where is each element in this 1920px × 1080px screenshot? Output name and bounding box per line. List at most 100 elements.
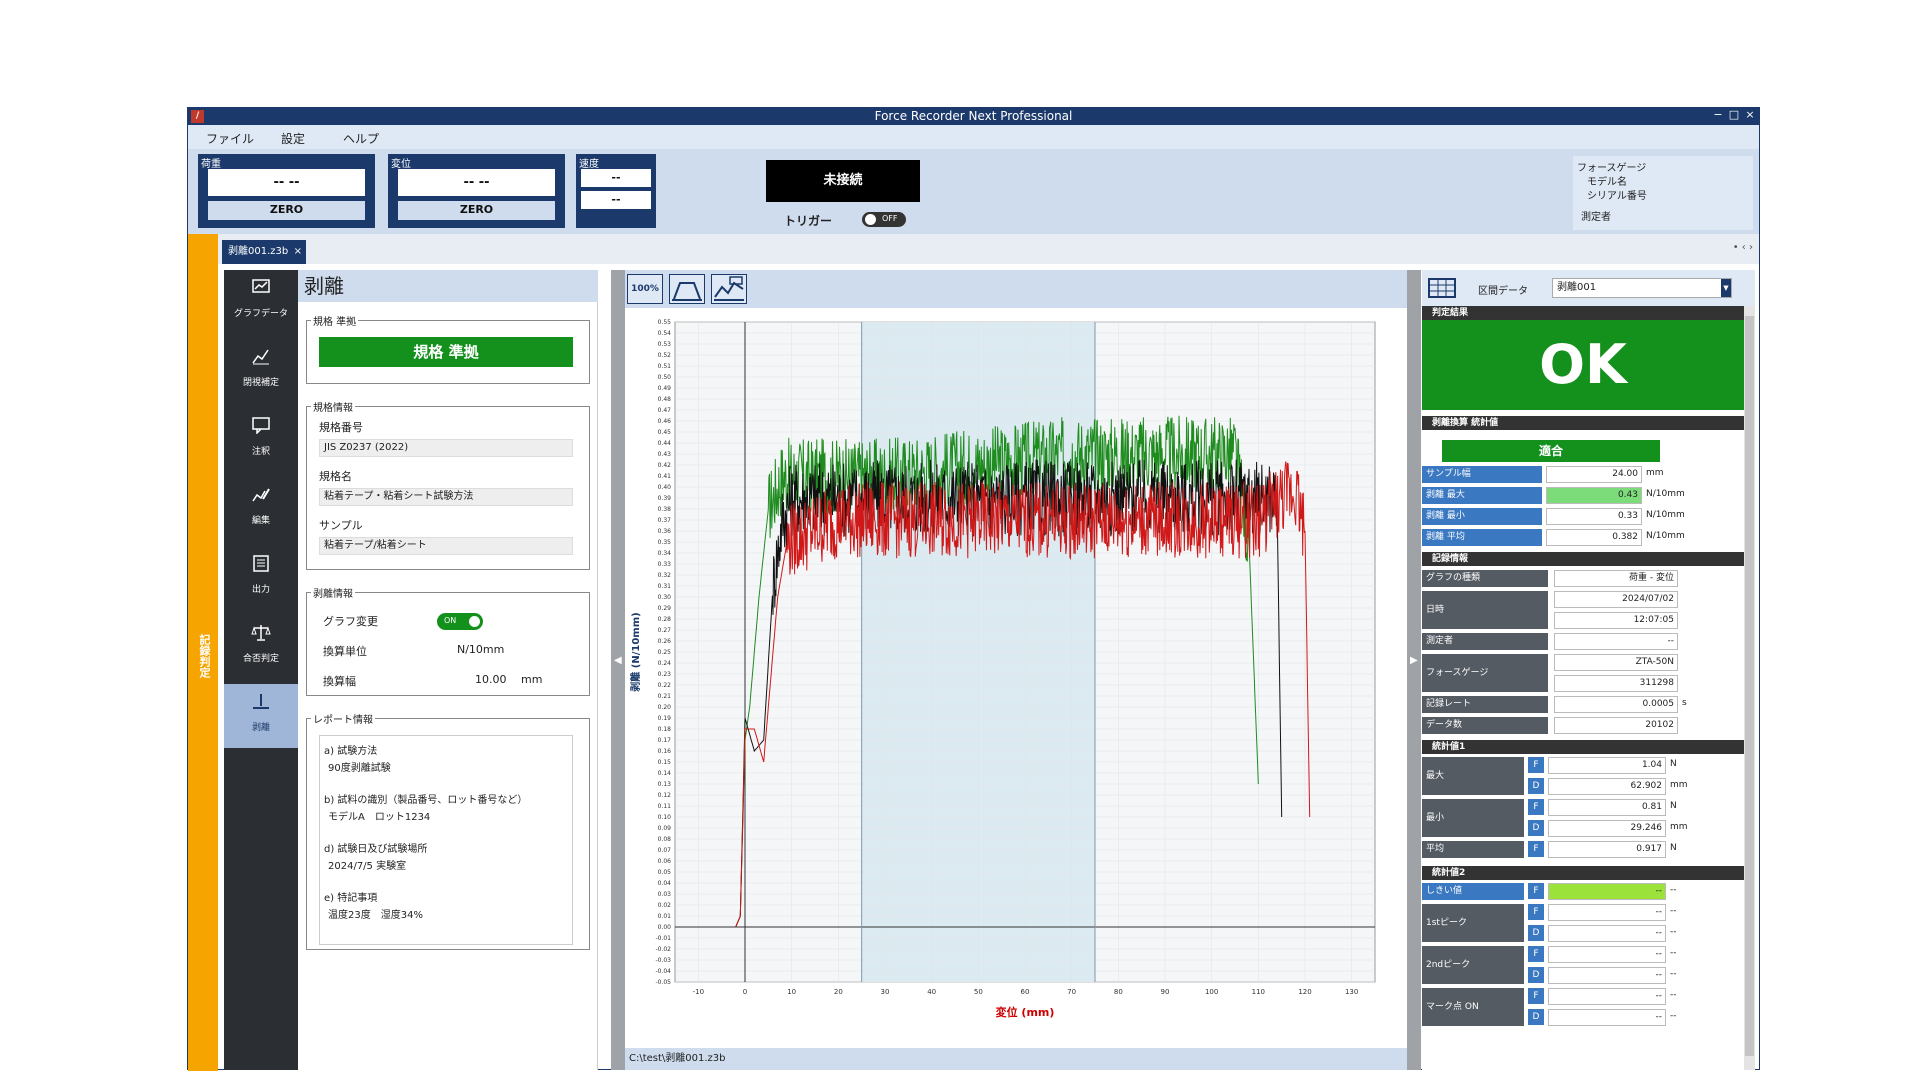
trigger-label: トリガー [784,214,833,228]
graph-view-icon [714,276,744,301]
report-info-group: レポート情報 a) 試験方法 90度剥離試験 b) 試料の識別（製品番号、ロット… [306,711,590,950]
x-tick-label: 90 [1161,988,1170,996]
y-tick-label: 0.32 [658,572,672,579]
maximize-button[interactable]: □ [1727,108,1741,121]
y-tick-label: 0.17 [658,737,672,744]
graph-change-toggle[interactable]: ON [437,613,483,630]
x-tick-label: 80 [1114,988,1123,996]
trigger-toggle[interactable]: OFF [862,212,906,227]
stat1-avg-label: 平均 [1422,841,1524,858]
sidebar-item-graph-data[interactable]: グラフデータ [224,270,298,334]
close-button[interactable]: × [1743,108,1757,121]
sidebar: グラフデータ閉視補定注釈編集出力合否判定剥離 [224,270,298,1070]
sidebar-item-scale[interactable]: 合否判定 [224,615,298,679]
menu-settings[interactable]: 設定 [281,130,305,147]
y-tick-label: 0.07 [658,847,672,854]
sample-field[interactable]: 粘着テープ/粘着シート [319,537,573,555]
sample-label: サンプル [319,519,363,532]
sidebar-item-peel[interactable]: 剥離 [224,684,298,748]
std-no-label: 規格番号 [319,421,363,434]
gauge-serial-value: 311298 [1554,675,1678,692]
f-badge: F [1528,904,1544,920]
stat2-unit: -- [1670,906,1677,916]
graph-toolbar: 100% [625,270,1407,308]
std-no-field[interactable]: JIS Z0237 (2022) [319,439,573,457]
threshold-value[interactable]: -- [1548,883,1666,900]
graph-data-icon [252,279,270,293]
displacement-meter: 変位 -- -- ZERO [388,154,565,228]
zoom-100-button[interactable]: 100% [627,274,663,304]
stat1-max-d: 62.902 [1548,778,1666,795]
left-collapse-handle[interactable]: ◀ [611,270,625,1070]
tab-nav-icon[interactable]: • ‹ › [1733,242,1753,253]
conv-width-value[interactable]: 10.00 [475,673,507,686]
sidebar-item-output[interactable]: 出力 [224,546,298,610]
sidebar-item-correction[interactable]: 閉視補定 [224,339,298,403]
record-judge-strip[interactable]: 記録判定 [188,234,218,1071]
stat2-value: -- [1548,946,1666,963]
load-zero-button[interactable]: ZERO [208,201,365,220]
threshold-unit: -- [1670,885,1677,895]
results-scrollbar[interactable] [1744,306,1755,1070]
count-label: データ数 [1422,717,1548,734]
sidebar-item-label: 閉視補定 [242,378,279,388]
tab-close-icon[interactable]: × [294,240,302,264]
tab-strip [188,234,1759,264]
y-tick-label: 0.15 [658,759,672,766]
menu-help[interactable]: ヘルプ [343,130,379,147]
f-badge: F [1528,946,1544,962]
meter-bar: 荷重 -- -- ZERO 変位 -- -- ZERO 速度 -- -- 未接続… [188,149,1759,234]
std-compliance-result: 規格 準拠 [319,337,573,367]
graph-view-button[interactable] [711,274,747,304]
stat2-unit: -- [1670,969,1677,979]
peel-stat-unit: N/10mm [1646,489,1685,499]
conv-width-label: 換算幅 [323,675,356,688]
y-tick-label: 0.48 [658,396,672,403]
file-path: C:\test\剥離001.z3b [625,1048,1407,1070]
peel-stat-label: サンプル幅 [1422,466,1542,483]
stat1-title: 統計値1 [1422,740,1744,754]
stat2-unit: -- [1670,1011,1677,1021]
x-tick-label: 20 [834,988,843,996]
std-name-field[interactable]: 粘着テープ・粘着シート試験方法 [319,488,573,506]
sidebar-item-annotation[interactable]: 注釈 [224,408,298,472]
gauge-info-title: フォースゲージ [1577,163,1647,174]
table-icon[interactable] [1428,278,1456,298]
stat1-avg-f: 0.917 [1548,841,1666,858]
right-collapse-handle[interactable]: ▶ [1407,270,1421,1070]
std-info-group: 規格情報 規格番号 JIS Z0237 (2022) 規格名 粘着テープ・粘着シ… [306,399,590,570]
menu-file[interactable]: ファイル [206,130,254,147]
y-tick-label: -0.04 [655,968,671,975]
operator-value: -- [1554,633,1678,650]
fit-graph-button[interactable] [669,274,705,304]
displacement-display: -- -- [398,169,555,196]
x-tick-label: 10 [787,988,796,996]
peel-stat-label: 剥離 最大 [1422,487,1542,504]
sidebar-item-label: 編集 [251,516,270,526]
stat2-row-label: マーク点 ON [1422,988,1524,1026]
x-tick-label: 30 [881,988,890,996]
y-tick-label: 0.09 [658,825,672,832]
displacement-zero-button[interactable]: ZERO [398,201,555,220]
sidebar-item-edit[interactable]: 編集 [224,477,298,541]
peel-stat-value: 24.00 [1546,466,1642,483]
x-tick-label: 120 [1298,988,1311,996]
y-tick-label: 0.11 [658,803,672,810]
sidebar-item-label: 出力 [251,585,270,595]
menu-bar: ファイル 設定 ヘルプ [188,125,1759,149]
displacement-label: 変位 [391,159,411,170]
stat1-min-f: 0.81 [1548,799,1666,816]
speed-display-2: -- [581,191,651,209]
dataset-select[interactable]: 剥離001 ▼ [1552,278,1732,298]
y-tick-label: 0.44 [658,440,672,447]
sidebar-item-label: 合否判定 [242,654,279,664]
window-title: Force Recorder Next Professional [874,109,1073,123]
y-tick-label: 0.22 [658,682,672,689]
peel-chart[interactable]: -0.05 -0.04 -0.03 -0.02 -0.01 0.00 0.01 0.02 0.0… [625,308,1407,1048]
stat2-value: -- [1548,925,1666,942]
conv-unit-label: 換算単位 [323,645,367,658]
report-text[interactable]: a) 試験方法 90度剥離試験 b) 試料の識別（製品番号、ロット番号など） モ… [319,735,573,945]
file-tab[interactable]: 剥離001.z3b × [222,240,306,264]
minimize-button[interactable]: − [1711,108,1725,121]
x-tick-label: 130 [1345,988,1358,996]
